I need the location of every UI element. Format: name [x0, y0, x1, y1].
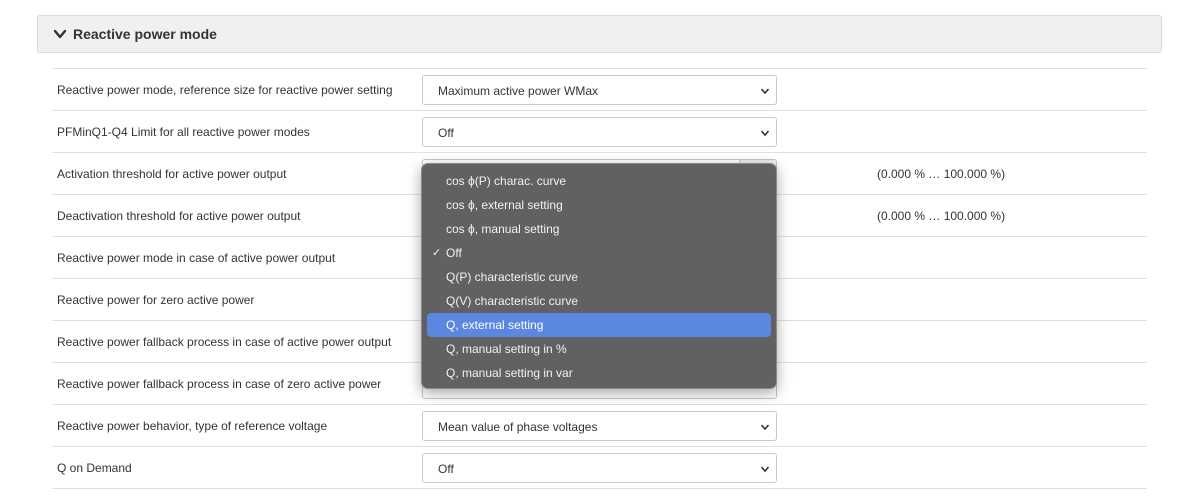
reference-voltage-select[interactable]: Mean value of phase voltages — [422, 411, 777, 441]
reference-size-select[interactable]: Maximum active power WMax — [422, 75, 777, 105]
setting-label: Activation threshold for active power ou… — [57, 167, 287, 181]
setting-label: Deactivation threshold for active power … — [57, 209, 301, 223]
dropdown-option-label: Q(P) characteristic curve — [446, 270, 579, 284]
dropdown-option[interactable]: cos ϕ, external setting — [427, 193, 771, 217]
section-header-reactive-power-mode[interactable]: Reactive power mode — [37, 15, 1162, 53]
setting-label: Reactive power fallback process in case … — [57, 377, 382, 391]
select-value: Off — [438, 462, 454, 476]
setting-label: Reactive power mode, reference size for … — [57, 83, 393, 97]
dropdown-option-label: cos ϕ(P) charac. curve — [446, 174, 567, 188]
setting-label: Reactive power fallback process in case … — [57, 335, 392, 349]
select-value: Mean value of phase voltages — [438, 420, 598, 434]
setting-label: Reactive power behavior, type of referen… — [57, 419, 328, 433]
section-title: Reactive power mode — [73, 26, 217, 42]
setting-row-pfmin-limit: PFMinQ1-Q4 Limit for all reactive power … — [52, 111, 1147, 153]
chevron-down-icon — [53, 29, 67, 39]
chevron-down-icon — [760, 424, 770, 431]
setting-label: Reactive power mode in case of active po… — [57, 251, 336, 265]
select-value: Maximum active power WMax — [438, 84, 599, 98]
chevron-down-icon — [760, 130, 770, 137]
dropdown-option-label: Q, manual setting in var — [446, 366, 573, 380]
dropdown-option[interactable]: Q(P) characteristic curve — [427, 265, 771, 289]
setting-row-reference-size: Reactive power mode, reference size for … — [52, 69, 1147, 111]
dropdown-option[interactable]: Q, manual setting in var — [427, 361, 771, 385]
setting-label: Q on Demand — [57, 461, 132, 475]
checkmark-icon: ✓ — [432, 247, 442, 259]
dropdown-option-label: cos ϕ, manual setting — [446, 222, 560, 236]
setting-row-reference-voltage: Reactive power behavior, type of referen… — [52, 405, 1147, 447]
dropdown-option[interactable]: cos ϕ, manual setting — [427, 217, 771, 241]
dropdown-option[interactable]: ✓ Off — [427, 241, 771, 265]
value-range: (0.000 % … 100.000 %) — [877, 209, 1006, 223]
dropdown-option[interactable]: Q, manual setting in % — [427, 337, 771, 361]
dropdown-option[interactable]: Q, external setting — [427, 313, 771, 337]
dropdown-option[interactable]: cos ϕ(P) charac. curve — [427, 169, 771, 193]
dropdown-option-label: cos ϕ, external setting — [446, 198, 563, 212]
dropdown-option-label: Q, manual setting in % — [446, 342, 567, 356]
setting-label: PFMinQ1-Q4 Limit for all reactive power … — [57, 125, 310, 139]
reactive-power-mode-dropdown-menu[interactable]: cos ϕ(P) charac. curve cos ϕ, external se… — [421, 163, 777, 389]
dropdown-option[interactable]: Q(V) characteristic curve — [427, 289, 771, 313]
pfmin-limit-select[interactable]: Off — [422, 117, 777, 147]
setting-label: Reactive power for zero active power — [57, 293, 255, 307]
q-on-demand-select[interactable]: Off — [422, 453, 777, 483]
chevron-down-icon — [760, 466, 770, 473]
dropdown-option-label: Off — [446, 246, 462, 260]
dropdown-option-label: Q(V) characteristic curve — [446, 294, 579, 308]
chevron-down-icon — [760, 88, 770, 95]
value-range: (0.000 % … 100.000 %) — [877, 167, 1006, 181]
select-value: Off — [438, 126, 454, 140]
dropdown-option-label: Q, external setting — [446, 318, 544, 332]
setting-row-q-on-demand: Q on Demand Off — [52, 447, 1147, 489]
